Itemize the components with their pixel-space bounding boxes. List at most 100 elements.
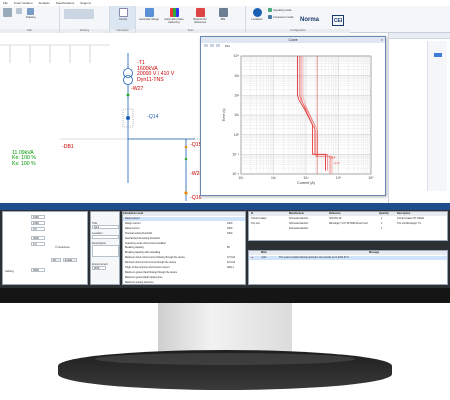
refresh-icon (195, 8, 205, 17)
menu-insert-location[interactable]: Insert location (14, 1, 33, 5)
background-symbols (0, 44, 200, 140)
calculation-row-value: 1600 (227, 226, 233, 230)
setting-field[interactable]: 5600 (31, 268, 45, 272)
reference-cell-qty: 1 (381, 227, 383, 230)
transformer-vector: Dyn11-TNS (137, 76, 164, 83)
edit-tool-button[interactable] (3, 8, 12, 18)
calculation-row-name: Neutral thermal setting threshold (125, 236, 160, 240)
phase-balancing-button[interactable]: Automatic phase balancing (162, 8, 186, 24)
environment-field[interactable]: IP20 (92, 266, 106, 270)
phase-balancing-icon (169, 8, 179, 17)
operating-mode-button[interactable]: Operating mode (268, 8, 298, 13)
menu-specifications[interactable]: Specifications (56, 1, 75, 5)
bim-button[interactable]: BIM (216, 8, 230, 21)
ribbon-group-drawing: Drawing (60, 6, 110, 33)
norma-logo[interactable]: Norma (300, 17, 319, 23)
close-icon[interactable]: × (381, 37, 383, 43)
calculation-row-name: Breaking capacity (125, 246, 144, 250)
y-tick-label: 10⁰ (234, 133, 240, 137)
reference-cell-desc: Trip unit Micrologic 7.0 (397, 222, 421, 225)
curve-window-title-bar[interactable]: Curve × (201, 37, 385, 43)
refresh-references-label: Refresh the references (193, 18, 207, 24)
calculation-row[interactable]: Rated current (123, 217, 245, 221)
msg-col-mark[interactable]: Mark (261, 251, 267, 255)
zoom-icon[interactable] (204, 44, 208, 47)
reference-row[interactable]: Trip unit Schneider Electric Micrologic 7.… (249, 222, 447, 226)
title-field[interactable]: Q14 (92, 225, 119, 229)
calculation-row[interactable]: Maximum setting tolerance (123, 281, 245, 285)
q15-marker (184, 145, 188, 149)
property-field-5[interactable]: 0.2 (31, 242, 45, 246)
curve-window[interactable]: Curve × Plot 10⁴ 10³ 10² 10¹ 10⁰ 10⁻¹ 10⁻² 10¹ 1… (200, 36, 386, 196)
calculation-row[interactable]: Minimum short-circuit current through th… (123, 261, 245, 265)
save-icon[interactable] (216, 44, 220, 47)
cut-button[interactable] (16, 8, 22, 15)
calculation-row[interactable]: Design current 1600 (123, 222, 245, 226)
fsel-tag[interactable]: F+Sel (63, 258, 77, 262)
msg-col-message[interactable]: Message (369, 251, 379, 255)
calculation-row-name: Design current (125, 221, 141, 225)
ref-col-quantity[interactable]: Quantity (379, 212, 389, 216)
menu-support[interactable]: Support (80, 1, 91, 5)
property-field-1[interactable]: 1600 (31, 215, 45, 219)
location-field[interactable] (92, 235, 119, 239)
property-field-2[interactable]: 1250 (31, 221, 45, 225)
y-tick-label: 10² (234, 94, 240, 98)
property-field-3[interactable]: 0.5 (31, 227, 45, 231)
calculation-row[interactable]: Breaking capacity 65 (123, 246, 245, 250)
reference-cell-qty: 1 (381, 222, 383, 225)
plot-selector[interactable]: Plot (225, 44, 230, 48)
calculation-row[interactable]: Maximum ground-fault tripping time (123, 276, 245, 280)
y-tick-label: 10¹ (234, 113, 240, 117)
screen: File Insert location Analysis Specificat… (0, 0, 450, 288)
calculation-row-name: Minimum short-circuit current through th… (125, 261, 177, 265)
menu-file[interactable]: File (3, 1, 8, 5)
ref-col-id[interactable]: Id (251, 212, 253, 216)
pan-icon[interactable] (210, 44, 214, 47)
ref-col-reference[interactable]: Reference (329, 212, 341, 216)
reference-cell-ref: Micrologic 7.0 P 4P 3600 Fixed Conf (329, 222, 368, 225)
reference-row[interactable]: Schneider Electric 1 (249, 227, 447, 231)
bim-icon (218, 8, 228, 17)
message-row[interactable]: ▲ -Q14 The source located directly upstr… (249, 256, 447, 260)
curves-button[interactable]: Curves (114, 8, 132, 21)
calculation-row[interactable]: Selectivity under short-circuit conditio… (123, 242, 245, 246)
calculation-row-name: Maximum ground fault flowing through the… (125, 270, 178, 274)
reference-cell-id: Trip unit (251, 222, 260, 225)
calculation-row[interactable]: Neutral thermal setting threshold (123, 237, 245, 241)
property-field-4[interactable]: 2000 (31, 236, 45, 240)
reference-row[interactable]: Circuit breaker Schneider Electric NT16H1 … (249, 217, 447, 221)
ribbon-group-tools: Automatic design Automatic phase balanci… (136, 6, 246, 33)
pv-tag[interactable]: Pv (51, 258, 61, 262)
reference-cell-ref: NT16H1 4P (329, 217, 342, 220)
calculation-row-value: 65 (227, 246, 230, 250)
automatic-design-button[interactable]: Automatic design (139, 8, 159, 21)
cei-logo[interactable]: CEI (332, 15, 344, 26)
calculation-row-name: Rated current (125, 226, 140, 230)
x-tick-label: 10⁴ (336, 176, 342, 180)
refresh-references-button[interactable]: Refresh the references (188, 8, 212, 24)
calculation-row[interactable]: Rated current 1600 (123, 227, 245, 231)
calculation-row[interactable]: Maximum ground fault flowing through the… (123, 271, 245, 275)
right-panel-accent (434, 53, 442, 57)
calculation-row[interactable]: Breaking capacity with cascading (123, 251, 245, 255)
calculation-row-name: Maximum short-circuit current flowing th… (125, 256, 185, 260)
menu-analysis[interactable]: Analysis (39, 1, 50, 5)
component-mode-icon (268, 15, 272, 19)
ref-col-manufacturer[interactable]: Manufacturer (289, 212, 304, 216)
bim-label: BIM (220, 18, 226, 21)
ref-col-description[interactable]: Description (397, 212, 410, 216)
component-mode-button[interactable]: Component mode (268, 15, 298, 20)
drawing-button[interactable]: Drawing (26, 8, 36, 19)
message-text: The source located directly upstream can… (279, 256, 349, 259)
locations-button[interactable]: Locations (249, 8, 265, 21)
calculation-panel: Calculation result Rated current Design c… (122, 211, 246, 285)
title-panel: Title Q14 Location Description Environme… (90, 211, 120, 285)
calculation-row[interactable]: Thermal setting threshold 1600 (123, 232, 245, 236)
selective-checkbox[interactable]: ☑ Selective (55, 245, 70, 249)
symbols-button[interactable] (64, 9, 94, 20)
calculation-row-value: 22.0 kA (227, 261, 236, 265)
calculation-row[interactable]: Origin of the minimum short-circuit curr… (123, 266, 245, 270)
description-field[interactable] (92, 245, 119, 257)
calculation-row[interactable]: Maximum short-circuit current flowing th… (123, 256, 245, 260)
